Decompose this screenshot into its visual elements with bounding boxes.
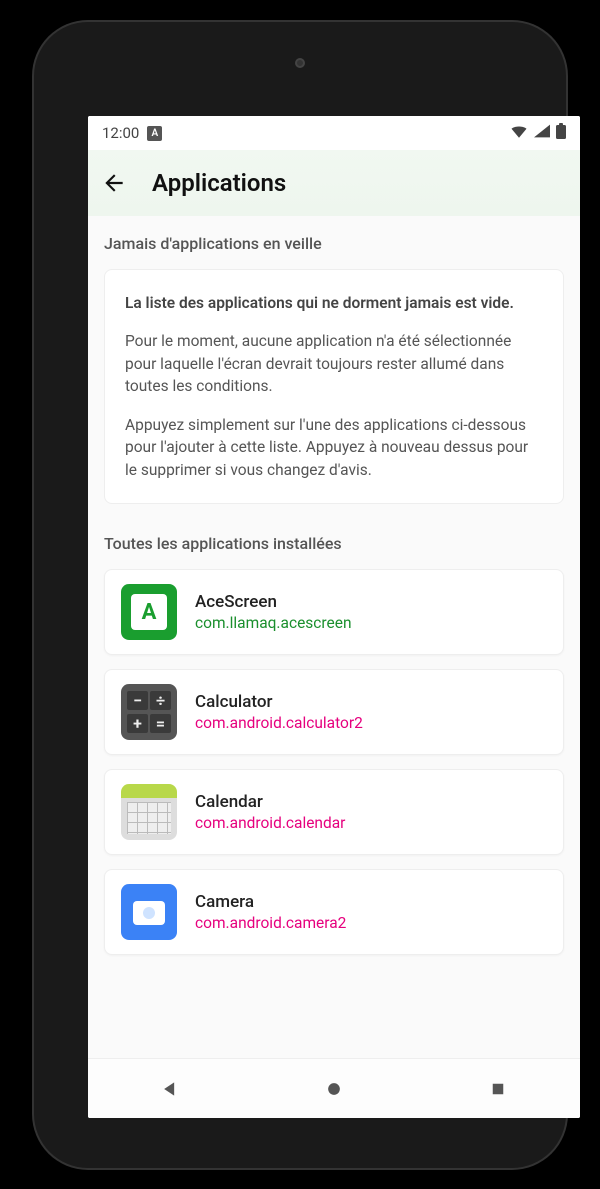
- info-heading: La liste des applications qui ne dorment…: [125, 292, 543, 314]
- app-icon-calendar: [121, 784, 177, 840]
- system-nav-bar: [88, 1058, 580, 1118]
- section-title-installed: Toutes les applications installées: [104, 534, 564, 553]
- app-icon-calculator: −÷+=: [121, 684, 177, 740]
- cellular-icon: [534, 124, 550, 142]
- app-icon-acescreen: [121, 584, 177, 640]
- info-paragraph: Appuyez simplement sur l'une des applica…: [125, 414, 543, 481]
- wifi-icon: [510, 124, 528, 142]
- app-name: Camera: [195, 892, 346, 912]
- app-bar: Applications: [88, 150, 580, 216]
- phone-speaker: [295, 58, 305, 68]
- status-badge-a-icon: A: [147, 126, 162, 141]
- battery-icon: [556, 123, 566, 143]
- info-card: La liste des applications qui ne dorment…: [104, 269, 564, 504]
- content-scroll[interactable]: Jamais d'applications en veille La liste…: [88, 216, 580, 1058]
- app-row-camera[interactable]: Camera com.android.camera2: [104, 869, 564, 955]
- app-name: Calculator: [195, 692, 363, 712]
- nav-back-button[interactable]: [150, 1069, 190, 1109]
- app-name: Calendar: [195, 792, 345, 812]
- app-name: AceScreen: [195, 592, 352, 612]
- app-row-calculator[interactable]: −÷+= Calculator com.android.calculator2: [104, 669, 564, 755]
- app-row-calendar[interactable]: Calendar com.android.calendar: [104, 769, 564, 855]
- page-title: Applications: [152, 169, 286, 197]
- section-title-never-sleep: Jamais d'applications en veille: [104, 234, 564, 253]
- phone-frame: 12:00 A Applications: [34, 22, 566, 1168]
- app-package: com.android.calendar: [195, 814, 345, 832]
- status-time: 12:00: [102, 124, 139, 142]
- screen: 12:00 A Applications: [88, 116, 580, 1118]
- app-package: com.android.calculator2: [195, 714, 363, 732]
- back-button[interactable]: [100, 169, 128, 197]
- info-paragraph: Pour le moment, aucune application n'a é…: [125, 330, 543, 397]
- nav-home-button[interactable]: [314, 1069, 354, 1109]
- app-icon-camera: [121, 884, 177, 940]
- status-bar: 12:00 A: [88, 116, 580, 150]
- app-row-acescreen[interactable]: AceScreen com.llamaq.acescreen: [104, 569, 564, 655]
- nav-recents-button[interactable]: [478, 1069, 518, 1109]
- app-package: com.llamaq.acescreen: [195, 614, 352, 632]
- app-package: com.android.camera2: [195, 914, 346, 932]
